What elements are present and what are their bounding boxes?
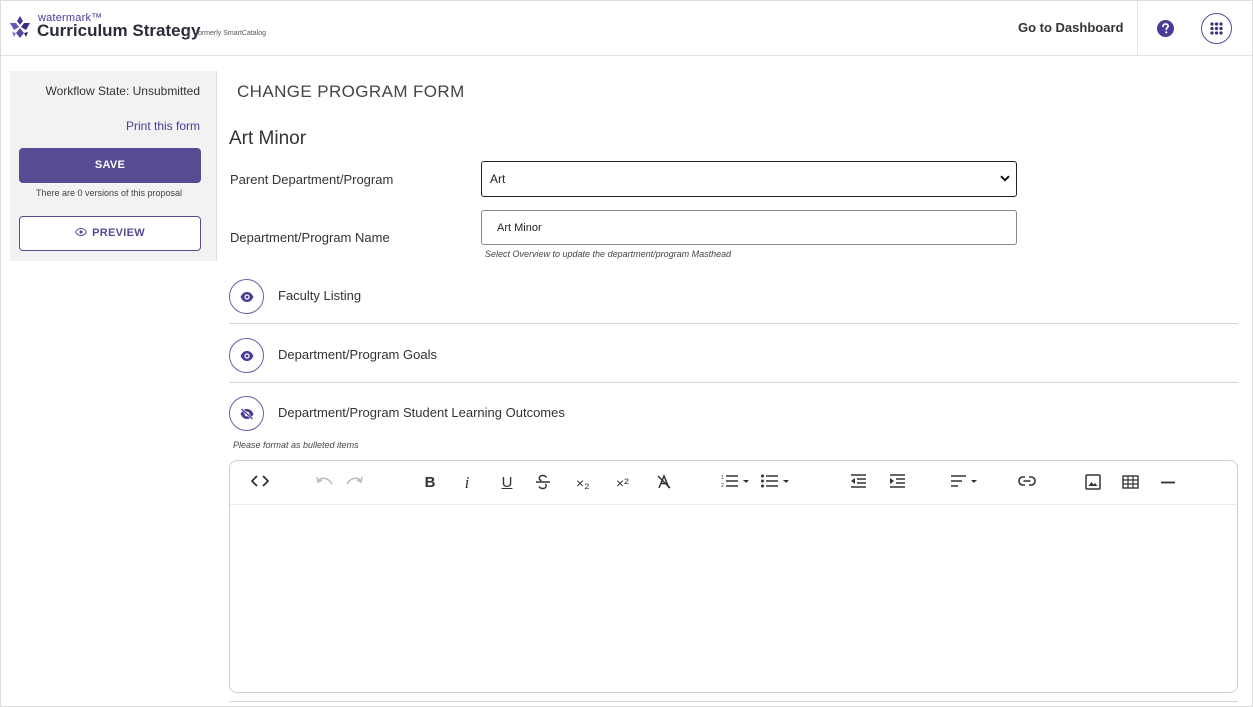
superscript-button[interactable]: ×²	[616, 472, 629, 494]
indent-icon	[890, 474, 905, 488]
clear-format-button[interactable]	[656, 474, 672, 496]
section-title[interactable]: Faculty Listing	[278, 288, 361, 303]
chevron-down-icon	[1000, 175, 1010, 182]
ordered-list-button[interactable]: 12	[721, 474, 749, 496]
svg-text:1: 1	[721, 475, 724, 481]
image-icon	[1085, 474, 1101, 490]
eye-icon	[75, 228, 88, 237]
link-button[interactable]	[1018, 476, 1036, 498]
top-bar: watermark™ Curriculum Strategy | formerl…	[1, 1, 1252, 56]
section-title[interactable]: Department/Program Goals	[278, 347, 437, 362]
section-visibility-toggle[interactable]	[229, 396, 264, 431]
outdent-button[interactable]	[850, 474, 867, 496]
horizontal-rule-button[interactable]	[1161, 481, 1175, 503]
insert-table-button[interactable]	[1122, 475, 1139, 497]
page-title: CHANGE PROGRAM FORM	[237, 82, 465, 101]
link-icon	[1018, 476, 1036, 486]
format-instruction: Please format as bulleted items	[233, 440, 359, 450]
section-visibility-toggle[interactable]	[229, 338, 264, 373]
bold-button[interactable]: B	[423, 472, 437, 494]
align-button[interactable]	[950, 474, 978, 496]
section-faculty-listing: Faculty Listing	[229, 278, 1238, 324]
rich-text-editor: B i U ×₂ ×² 12	[229, 460, 1238, 693]
eye-off-icon	[240, 408, 254, 420]
print-form-link[interactable]: Print this form	[126, 119, 200, 133]
go-to-dashboard-link[interactable]: Go to Dashboard	[1018, 20, 1123, 35]
save-button[interactable]: SAVE	[19, 148, 201, 183]
help-icon[interactable]	[1157, 20, 1174, 37]
undo-button[interactable]	[316, 476, 334, 498]
underline-button[interactable]: U	[500, 472, 514, 494]
section-divider	[229, 323, 1238, 324]
code-view-icon	[251, 475, 269, 487]
strikethrough-icon	[536, 474, 550, 490]
brand-product-name[interactable]: Curriculum Strategy	[37, 21, 200, 41]
bullet-list-button[interactable]	[761, 474, 789, 496]
editor-content-area[interactable]	[230, 506, 1237, 692]
proposal-sidebar: Workflow State: Unsubmitted Print this f…	[10, 71, 217, 261]
program-name-input[interactable]: Art Minor	[481, 210, 1017, 245]
editor-toolbar: B i U ×₂ ×² 12	[230, 461, 1237, 505]
horizontal-rule-icon	[1161, 481, 1175, 484]
italic-button[interactable]: i	[463, 472, 471, 494]
workflow-state: Workflow State: Unsubmitted	[45, 84, 200, 98]
watermark-logo-icon[interactable]	[9, 15, 31, 39]
undo-icon	[316, 476, 333, 485]
redo-button[interactable]	[345, 476, 363, 498]
ordered-list-icon: 12	[721, 475, 749, 488]
align-left-icon	[951, 475, 977, 487]
brand-former-name: formerly SmartCatalog	[196, 30, 267, 37]
program-title: Art Minor	[229, 128, 307, 149]
code-view-button[interactable]	[251, 474, 269, 496]
indent-button[interactable]	[889, 474, 906, 496]
program-name-value: Art Minor	[497, 222, 542, 234]
program-name-hint: Select Overview to update the department…	[485, 249, 732, 259]
subscript-button[interactable]: ×₂	[576, 472, 590, 494]
parent-program-label: Parent Department/Program	[230, 172, 394, 187]
brand-separator: |	[188, 29, 191, 39]
section-learning-outcomes: Department/Program Student Learning Outc…	[229, 395, 1238, 435]
header-divider	[1137, 1, 1138, 56]
app-switcher-button[interactable]	[1201, 13, 1232, 44]
preview-button[interactable]: PREVIEW	[19, 216, 201, 251]
strikethrough-button[interactable]	[535, 474, 551, 496]
redo-icon	[346, 476, 363, 485]
eye-icon	[240, 292, 254, 302]
svg-text:2: 2	[721, 483, 724, 488]
section-divider	[229, 382, 1238, 383]
parent-program-value: Art	[490, 172, 506, 186]
bullet-list-icon	[761, 474, 789, 488]
program-name-label: Department/Program Name	[230, 230, 390, 245]
app-grid-icon	[1210, 22, 1223, 35]
table-icon	[1122, 475, 1139, 489]
parent-program-select[interactable]: Art	[481, 161, 1017, 197]
outdent-icon	[851, 474, 866, 488]
section-divider	[229, 701, 1238, 702]
section-program-goals: Department/Program Goals	[229, 337, 1238, 383]
preview-label: PREVIEW	[92, 227, 145, 239]
versions-count: There are 0 versions of this proposal	[35, 188, 183, 198]
section-title[interactable]: Department/Program Student Learning Outc…	[278, 405, 565, 420]
section-visibility-toggle[interactable]	[229, 279, 264, 314]
eye-icon	[240, 351, 254, 361]
clear-format-icon	[657, 474, 671, 489]
insert-image-button[interactable]	[1085, 474, 1101, 496]
